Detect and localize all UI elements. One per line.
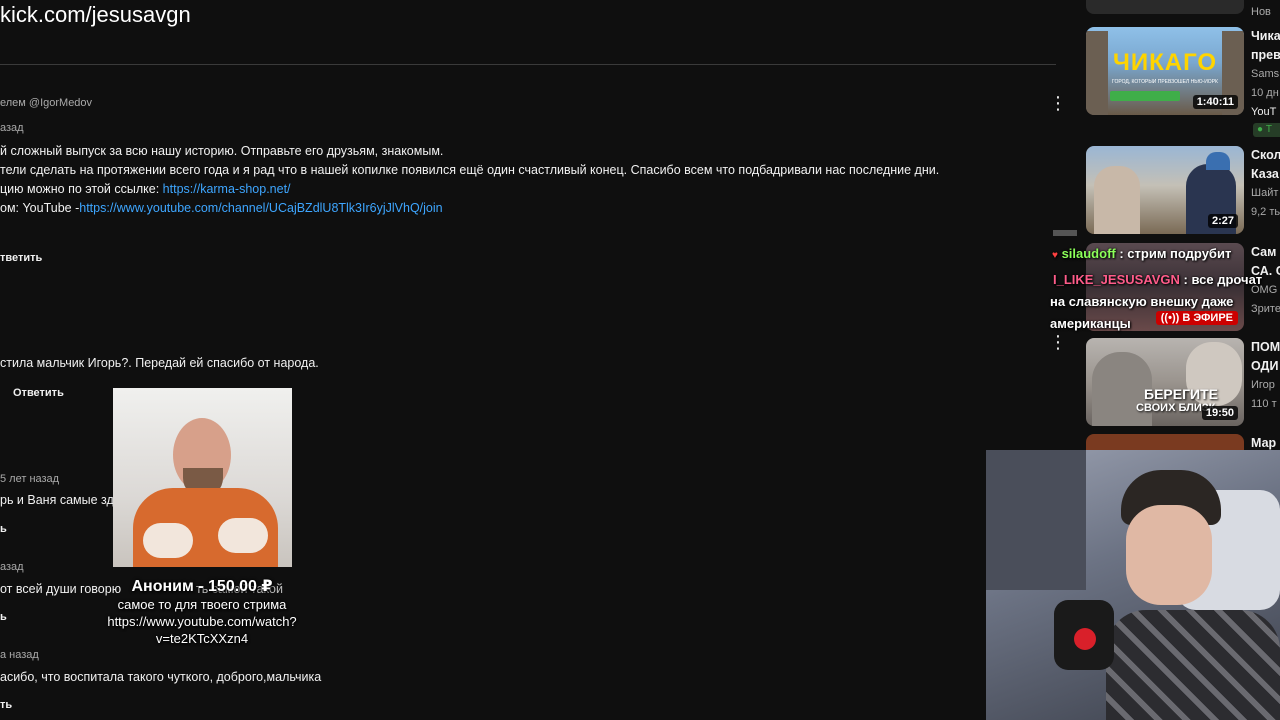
broadcast-icon: ((•)) — [1160, 312, 1180, 324]
video-duration: 2:27 — [1207, 214, 1238, 228]
more-options-icon[interactable]: ⋮ — [1049, 94, 1067, 112]
divider — [0, 64, 1056, 65]
stream-url-overlay: kick.com/jesusavgn — [0, 2, 191, 27]
reply-button[interactable]: ь — [0, 523, 7, 535]
video-meta: Зрите — [1251, 303, 1280, 315]
video-meta: Нов — [1251, 6, 1271, 18]
comment-time: азад — [0, 122, 24, 134]
video-meta: YouT — [1251, 106, 1277, 118]
video-thumbnail[interactable]: 2:27 — [1086, 146, 1244, 234]
video-duration: 19:50 — [1201, 406, 1238, 420]
comment-text-line: й сложный выпуск за всю нашу историю. От… — [0, 144, 444, 158]
comment-time: а назад — [0, 649, 39, 661]
donation-message-line: самое то для твоего стрима — [117, 597, 287, 612]
chat-divider — [1053, 230, 1077, 236]
comment-text: рь и Ваня самые зд — [0, 493, 114, 507]
microphone-icon — [1074, 628, 1096, 650]
webcam-overlay — [986, 450, 1280, 720]
video-title[interactable]: Каза — [1251, 167, 1279, 181]
chat-message: ♥ silaudoff : стрим подрубит — [1052, 246, 1232, 261]
channel-name[interactable]: Sams — [1251, 68, 1279, 80]
more-options-icon[interactable]: ⋮ — [1049, 333, 1067, 351]
donation-image — [113, 388, 292, 567]
chat-message: I_LIKE_JESUSAVGN : все дрочат — [1053, 272, 1263, 287]
comment-text-line: ом: YouTube -https://www.youtube.com/cha… — [0, 201, 443, 215]
live-badge: ((•)) В ЭФИРЕ — [1155, 311, 1238, 325]
video-title[interactable]: Скол — [1251, 148, 1280, 162]
channel-name[interactable]: Шайт — [1251, 187, 1278, 199]
check-icon: ● — [1257, 124, 1264, 135]
karma-shop-link[interactable]: https://karma-shop.net/ — [163, 182, 291, 196]
video-thumbnail[interactable] — [1086, 434, 1244, 450]
video-title[interactable]: Сам — [1251, 245, 1276, 259]
new-badge: ● Т — [1253, 123, 1280, 137]
donation-message-line: https://www.youtube.com/watch? — [107, 614, 297, 629]
video-thumbnail[interactable]: ЧИКАГО ГОРОД, КОТОРЫЙ ПРЕВЗОШЁЛ НЬЮ-ЙОРК… — [1086, 27, 1244, 115]
channel-name[interactable]: Игор — [1251, 379, 1275, 391]
thumbnail-label — [1110, 91, 1180, 101]
heart-icon: ♥ — [1052, 250, 1058, 261]
reply-button[interactable]: ть — [0, 699, 12, 711]
video-title[interactable]: ПОМ — [1251, 340, 1280, 354]
thumbnail-title: ЧИКАГО — [1112, 49, 1218, 76]
comment-time: 5 лет назад — [0, 473, 60, 485]
reply-button[interactable]: тветить — [0, 252, 42, 264]
reply-button[interactable]: Ответить — [13, 387, 64, 399]
channel-join-link[interactable]: https://www.youtube.com/channel/UCajBZdl… — [79, 201, 442, 215]
comment-text: стила мальчик Игорь?. Передай ей спасибо… — [0, 356, 319, 370]
video-meta: 110 т — [1251, 398, 1277, 410]
video-title[interactable]: прев — [1251, 48, 1280, 62]
donation-header: Аноним - 150.00 ₽ — [131, 578, 273, 595]
video-thumbnail[interactable] — [1086, 0, 1244, 14]
video-title[interactable]: Чика — [1251, 29, 1280, 43]
comment-text-line: цию можно по этой ссылке: https://karma-… — [0, 182, 291, 196]
chat-message-continued: на славянскую внешку даже — [1050, 294, 1234, 309]
comment-time: азад — [0, 561, 24, 573]
video-thumbnail[interactable]: БЕРЕГИТЕ СВОИХ БЛИЗК 19:50 — [1086, 338, 1244, 426]
comment-text: асибо, что воспитала такого чуткого, доб… — [0, 670, 322, 684]
thumbnail-title: БЕРЕГИТЕ — [1144, 386, 1218, 402]
chat-message-continued: американцы — [1050, 316, 1131, 331]
thumbnail-subtitle: ГОРОД, КОТОРЫЙ ПРЕВЗОШЁЛ НЬЮ-ЙОРК — [1112, 79, 1218, 85]
comment-text-line: тели сделать на протяжении всего года и … — [0, 163, 940, 177]
video-meta: 10 дн — [1251, 87, 1279, 99]
video-duration: 1:40:11 — [1192, 95, 1238, 109]
reply-button[interactable]: ь — [0, 611, 7, 623]
donation-message-line: v=te2KTcXXzn4 — [155, 631, 249, 646]
video-meta: 9,2 ть — [1251, 206, 1280, 218]
comment-author[interactable]: елем @IgorMedov — [0, 97, 92, 109]
video-title[interactable]: ОДИ — [1251, 359, 1278, 373]
video-title[interactable]: Мар — [1251, 436, 1276, 450]
